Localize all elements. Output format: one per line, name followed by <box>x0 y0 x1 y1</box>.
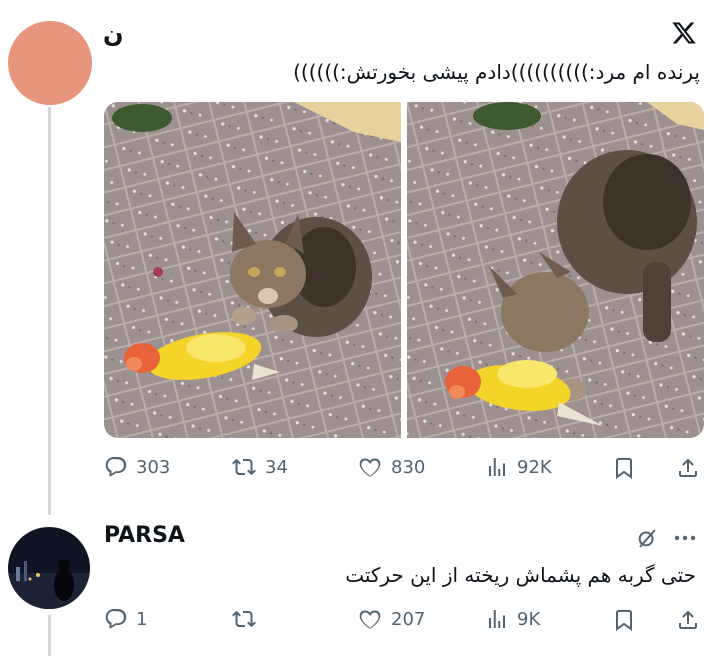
share-icon <box>679 458 697 477</box>
like-count: 830 <box>391 456 426 478</box>
reply-icon <box>105 609 127 629</box>
bookmark-button[interactable] <box>612 455 636 485</box>
thread-line-top <box>48 107 51 515</box>
reply-avatar[interactable] <box>8 527 90 609</box>
views-button[interactable]: 92K <box>485 455 552 479</box>
views-icon <box>489 610 505 628</box>
reply-like-button[interactable]: 207 <box>357 607 425 631</box>
author-name[interactable]: ن <box>103 20 123 48</box>
tweet-photo-cat-sniffing[interactable] <box>407 102 704 438</box>
repost-icon <box>232 458 256 476</box>
bookmark-icon <box>616 458 632 479</box>
reply-icon <box>105 457 127 477</box>
reply-author-name[interactable]: PARSA <box>104 523 185 548</box>
avatar[interactable] <box>8 21 92 105</box>
reply-bookmark-button[interactable] <box>612 607 636 637</box>
reply-repost-button[interactable] <box>231 607 265 631</box>
repost-count: 34 <box>265 456 288 478</box>
reply-button[interactable]: 303 <box>104 455 170 479</box>
reply-views-count: 9K <box>517 608 541 630</box>
like-icon <box>359 458 381 477</box>
thread-line-bottom <box>48 615 51 656</box>
reply-text: حتی گربه هم پشماش ریخته از این حرکتت <box>345 563 696 587</box>
tweet-text: پرنده ام مرد:))))))))))دادم پیشی بخورتش:… <box>293 60 700 84</box>
like-button[interactable]: 830 <box>357 455 425 479</box>
reply-like-count: 207 <box>391 608 426 630</box>
reply-count: 303 <box>136 456 171 478</box>
reply-views-button[interactable]: 9K <box>485 607 540 631</box>
like-icon <box>359 610 381 629</box>
repost-icon <box>232 610 256 628</box>
views-icon <box>489 458 505 476</box>
bookmark-icon <box>616 610 632 631</box>
tweet-photo-cat-looking[interactable] <box>104 102 401 438</box>
grok-icon[interactable] <box>636 527 658 549</box>
views-count: 92K <box>517 456 552 478</box>
reply-share-button[interactable] <box>676 607 700 637</box>
share-button[interactable] <box>676 455 700 485</box>
reply-reply-count: 1 <box>136 608 148 630</box>
share-icon <box>679 610 697 629</box>
repost-button[interactable]: 34 <box>231 455 288 479</box>
more-icon[interactable] <box>672 530 698 546</box>
x-logo-icon[interactable] <box>671 20 697 46</box>
reply-reply-button[interactable]: 1 <box>104 607 147 631</box>
